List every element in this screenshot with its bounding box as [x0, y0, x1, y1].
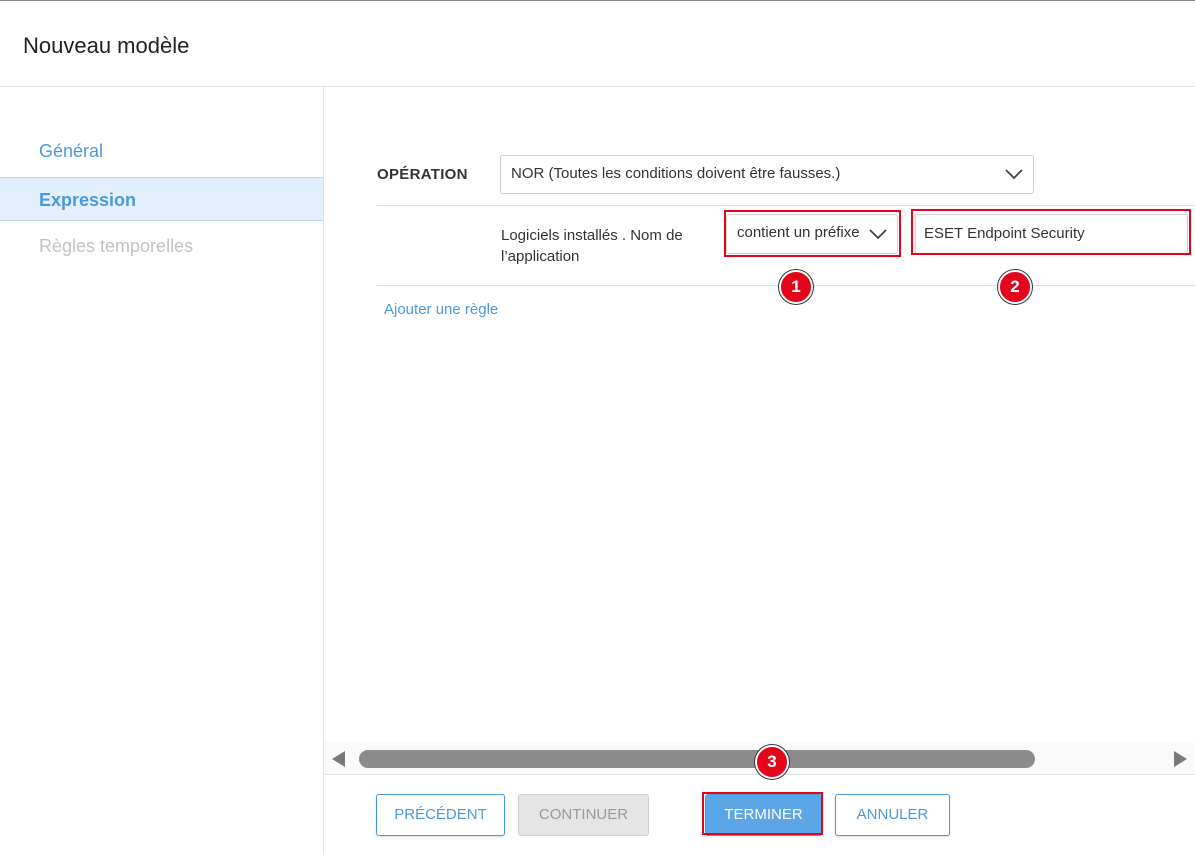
expression-panel: OPÉRATION NOR (Toutes les conditions doi… — [324, 87, 1195, 742]
dialog-title: Nouveau modèle — [23, 33, 190, 58]
sidebar-item-temporal-rules: Règles temporelles — [39, 236, 194, 256]
sidebar-item-general[interactable]: Général — [0, 129, 323, 173]
highlight-box-condition — [724, 210, 901, 257]
scroll-right-arrow-icon[interactable] — [1174, 751, 1187, 767]
highlight-box-value — [911, 209, 1191, 255]
cancel-button[interactable]: ANNULER — [835, 794, 950, 836]
previous-button[interactable]: PRÉCÉDENT — [376, 794, 505, 836]
rule-field-label: Logiciels installés . Nom de l’applicati… — [501, 227, 683, 265]
operation-select[interactable]: NOR (Toutes les conditions doivent être … — [500, 155, 1034, 194]
chevron-down-icon — [1005, 169, 1023, 180]
sidebar: Général Expression Règles temporelles — [0, 87, 324, 854]
operation-select-value: NOR (Toutes les conditions doivent être … — [511, 165, 841, 182]
annotation-badge-3: 3 — [755, 745, 789, 779]
highlight-box-finish — [702, 792, 823, 835]
continue-button: CONTINUER — [518, 794, 649, 836]
add-rule-link[interactable]: Ajouter une règle — [384, 301, 498, 318]
sidebar-item-expression[interactable]: Expression — [0, 177, 323, 221]
annotation-badge-2: 2 — [998, 270, 1032, 304]
operation-label: OPÉRATION — [377, 166, 468, 183]
scrollbar-thumb[interactable] — [359, 750, 1035, 768]
scroll-left-arrow-icon[interactable] — [332, 751, 345, 767]
divider — [377, 205, 1195, 206]
dialog-header: Nouveau modèle — [0, 1, 1195, 87]
annotation-badge-1: 1 — [779, 270, 813, 304]
